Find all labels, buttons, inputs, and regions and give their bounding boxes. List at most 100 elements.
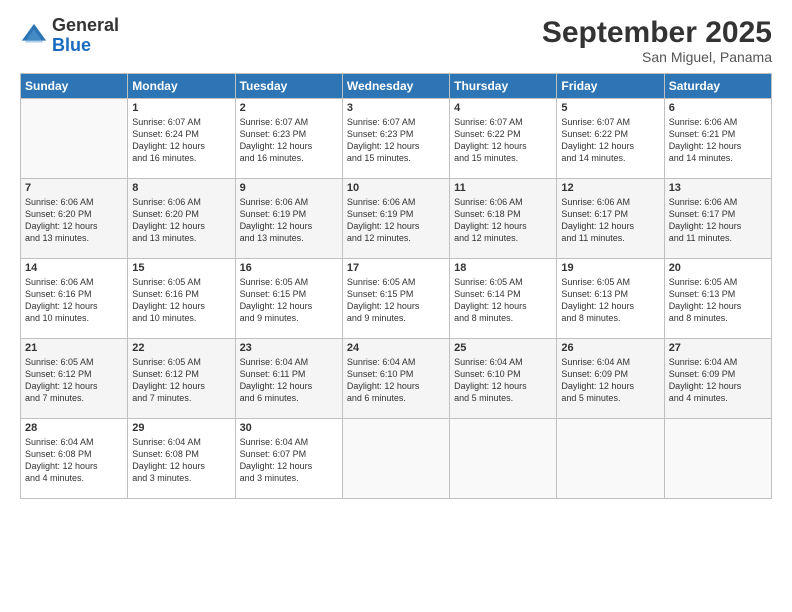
day-number: 22 xyxy=(132,342,230,354)
day-info: Sunrise: 6:05 AM Sunset: 6:12 PM Dayligh… xyxy=(132,356,230,405)
day-info: Sunrise: 6:07 AM Sunset: 6:24 PM Dayligh… xyxy=(132,116,230,165)
calendar-cell: 18 Sunrise: 6:05 AM Sunset: 6:14 PM Dayli… xyxy=(450,259,557,339)
day-number: 5 xyxy=(561,102,659,114)
header-row: Sunday Monday Tuesday Wednesday Thursday… xyxy=(21,74,772,99)
day-info: Sunrise: 6:06 AM Sunset: 6:16 PM Dayligh… xyxy=(25,276,123,325)
calendar-cell: 29 Sunrise: 6:04 AM Sunset: 6:08 PM Dayli… xyxy=(128,419,235,499)
calendar-cell: 24 Sunrise: 6:04 AM Sunset: 6:10 PM Dayli… xyxy=(342,339,449,419)
calendar-cell xyxy=(342,419,449,499)
title-block: September 2025 San Miguel, Panama xyxy=(542,16,772,65)
day-info: Sunrise: 6:05 AM Sunset: 6:15 PM Dayligh… xyxy=(347,276,445,325)
day-info: Sunrise: 6:06 AM Sunset: 6:20 PM Dayligh… xyxy=(25,196,123,245)
calendar-cell xyxy=(557,419,664,499)
day-info: Sunrise: 6:05 AM Sunset: 6:15 PM Dayligh… xyxy=(240,276,338,325)
calendar-cell xyxy=(21,99,128,179)
calendar-cell: 25Sunrise: 6:04 AM Sunset: 6:10 PM Dayli… xyxy=(450,339,557,419)
calendar-cell: 9 Sunrise: 6:06 AM Sunset: 6:19 PM Daylig… xyxy=(235,179,342,259)
day-number: 14 xyxy=(25,262,123,274)
day-number: 17 xyxy=(347,262,445,274)
day-number: 3 xyxy=(347,102,445,114)
calendar-week-3: 14 Sunrise: 6:06 AM Sunset: 6:16 PM Dayli… xyxy=(21,259,772,339)
day-number: 8 xyxy=(132,182,230,194)
calendar-cell: 3 Sunrise: 6:07 AM Sunset: 6:23 PM Daylig… xyxy=(342,99,449,179)
day-number: 29 xyxy=(132,422,230,434)
day-number: 26 xyxy=(561,342,659,354)
day-info: Sunrise: 6:04 AM Sunset: 6:08 PM Dayligh… xyxy=(132,436,230,485)
day-number: 19 xyxy=(561,262,659,274)
calendar-cell: 27 Sunrise: 6:04 AM Sunset: 6:09 PM Dayli… xyxy=(664,339,771,419)
calendar-cell: 5 Sunrise: 6:07 AM Sunset: 6:22 PM Daylig… xyxy=(557,99,664,179)
day-number: 10 xyxy=(347,182,445,194)
calendar-cell: 4 Sunrise: 6:07 AM Sunset: 6:22 PM Daylig… xyxy=(450,99,557,179)
col-sunday: Sunday xyxy=(21,74,128,99)
day-number: 1 xyxy=(132,102,230,114)
col-saturday: Saturday xyxy=(664,74,771,99)
day-info: Sunrise: 6:05 AM Sunset: 6:14 PM Dayligh… xyxy=(454,276,552,325)
calendar-cell: 8 Sunrise: 6:06 AM Sunset: 6:20 PM Daylig… xyxy=(128,179,235,259)
day-number: 4 xyxy=(454,102,552,114)
calendar-week-5: 28 Sunrise: 6:04 AM Sunset: 6:08 PM Dayli… xyxy=(21,419,772,499)
day-number: 18 xyxy=(454,262,552,274)
calendar-cell xyxy=(450,419,557,499)
day-info: Sunrise: 6:04 AM Sunset: 6:08 PM Dayligh… xyxy=(25,436,123,485)
calendar-cell: 19 Sunrise: 6:05 AM Sunset: 6:13 PM Dayli… xyxy=(557,259,664,339)
calendar-cell: 7Sunrise: 6:06 AM Sunset: 6:20 PM Daylig… xyxy=(21,179,128,259)
day-info: Sunrise: 6:06 AM Sunset: 6:21 PM Dayligh… xyxy=(669,116,767,165)
day-info: Sunrise: 6:04 AM Sunset: 6:09 PM Dayligh… xyxy=(669,356,767,405)
calendar-cell: 26 Sunrise: 6:04 AM Sunset: 6:09 PM Dayli… xyxy=(557,339,664,419)
day-info: Sunrise: 6:06 AM Sunset: 6:19 PM Dayligh… xyxy=(240,196,338,245)
calendar-cell: 16 Sunrise: 6:05 AM Sunset: 6:15 PM Dayli… xyxy=(235,259,342,339)
calendar-cell: 30 Sunrise: 6:04 AM Sunset: 6:07 PM Dayli… xyxy=(235,419,342,499)
day-number: 28 xyxy=(25,422,123,434)
day-info: Sunrise: 6:04 AM Sunset: 6:07 PM Dayligh… xyxy=(240,436,338,485)
day-number: 11 xyxy=(454,182,552,194)
day-info: Sunrise: 6:07 AM Sunset: 6:22 PM Dayligh… xyxy=(454,116,552,165)
calendar-cell: 10 Sunrise: 6:06 AM Sunset: 6:19 PM Dayli… xyxy=(342,179,449,259)
logo-icon xyxy=(20,22,48,50)
calendar-cell: 20 Sunrise: 6:05 AM Sunset: 6:13 PM Dayli… xyxy=(664,259,771,339)
day-info: Sunrise: 6:06 AM Sunset: 6:17 PM Dayligh… xyxy=(561,196,659,245)
calendar-cell: 12 Sunrise: 6:06 AM Sunset: 6:17 PM Dayli… xyxy=(557,179,664,259)
day-number: 15 xyxy=(132,262,230,274)
day-number: 24 xyxy=(347,342,445,354)
day-number: 30 xyxy=(240,422,338,434)
day-number: 9 xyxy=(240,182,338,194)
calendar-cell: 21Sunrise: 6:05 AM Sunset: 6:12 PM Dayli… xyxy=(21,339,128,419)
day-info: Sunrise: 6:04 AM Sunset: 6:10 PM Dayligh… xyxy=(454,356,552,405)
calendar-week-4: 21 Sunrise: 6:05 AM Sunset: 6:12 PM Dayli… xyxy=(21,339,772,419)
header: General Blue September 2025 San Miguel, … xyxy=(20,16,772,65)
day-number: 20 xyxy=(669,262,767,274)
day-info: Sunrise: 6:06 AM Sunset: 6:19 PM Dayligh… xyxy=(347,196,445,245)
col-friday: Friday xyxy=(557,74,664,99)
calendar-week-1: 1 Sunrise: 6:07 AM Sunset: 6:24 PM Daylig… xyxy=(21,99,772,179)
col-wednesday: Wednesday xyxy=(342,74,449,99)
day-info: Sunrise: 6:05 AM Sunset: 6:13 PM Dayligh… xyxy=(561,276,659,325)
day-number: 27 xyxy=(669,342,767,354)
calendar-week-2: 7Sunrise: 6:06 AM Sunset: 6:20 PM Daylig… xyxy=(21,179,772,259)
calendar-table: Sunday Monday Tuesday Wednesday Thursday… xyxy=(20,73,772,499)
col-thursday: Thursday xyxy=(450,74,557,99)
day-info: Sunrise: 6:07 AM Sunset: 6:22 PM Dayligh… xyxy=(561,116,659,165)
day-number: 6 xyxy=(669,102,767,114)
calendar-cell: 15 Sunrise: 6:05 AM Sunset: 6:16 PM Dayli… xyxy=(128,259,235,339)
day-info: Sunrise: 6:06 AM Sunset: 6:20 PM Dayligh… xyxy=(132,196,230,245)
day-info: Sunrise: 6:05 AM Sunset: 6:13 PM Dayligh… xyxy=(669,276,767,325)
col-monday: Monday xyxy=(128,74,235,99)
calendar-cell: 1 Sunrise: 6:07 AM Sunset: 6:24 PM Daylig… xyxy=(128,99,235,179)
calendar-cell: 22 Sunrise: 6:05 AM Sunset: 6:12 PM Dayli… xyxy=(128,339,235,419)
location-subtitle: San Miguel, Panama xyxy=(542,49,772,65)
calendar-cell: 14 Sunrise: 6:06 AM Sunset: 6:16 PM Dayli… xyxy=(21,259,128,339)
day-info: Sunrise: 6:04 AM Sunset: 6:09 PM Dayligh… xyxy=(561,356,659,405)
page: General Blue September 2025 San Miguel, … xyxy=(0,0,792,612)
day-info: Sunrise: 6:04 AM Sunset: 6:10 PM Dayligh… xyxy=(347,356,445,405)
calendar-cell: 6 Sunrise: 6:06 AM Sunset: 6:21 PM Daylig… xyxy=(664,99,771,179)
day-number: 21 xyxy=(25,342,123,354)
month-title: September 2025 xyxy=(542,16,772,49)
day-number: 12 xyxy=(561,182,659,194)
day-info: Sunrise: 6:07 AM Sunset: 6:23 PM Dayligh… xyxy=(347,116,445,165)
day-info: Sunrise: 6:05 AM Sunset: 6:16 PM Dayligh… xyxy=(132,276,230,325)
calendar-cell: 17 Sunrise: 6:05 AM Sunset: 6:15 PM Dayli… xyxy=(342,259,449,339)
day-number: 16 xyxy=(240,262,338,274)
col-tuesday: Tuesday xyxy=(235,74,342,99)
day-number: 2 xyxy=(240,102,338,114)
